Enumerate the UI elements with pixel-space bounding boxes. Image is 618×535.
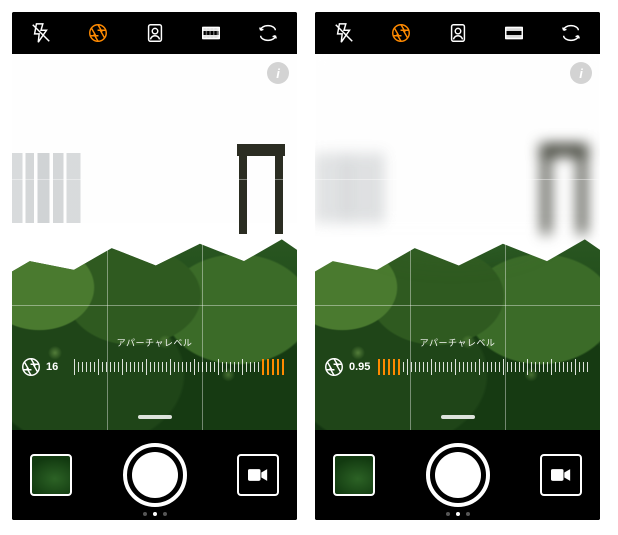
aperture-control[interactable]: アパーチャレベル 0.95 (323, 350, 592, 384)
camera-flip-icon[interactable] (550, 12, 592, 54)
portrait-icon[interactable] (134, 12, 176, 54)
scene-skyline (315, 153, 486, 223)
mode-pager-dots (143, 512, 167, 516)
top-toolbar (12, 12, 297, 54)
aperture-value: 0.95 (349, 361, 370, 373)
camera-screen-left: i アパーチャレベル 16 (12, 12, 297, 520)
aperture-small-icon (323, 356, 345, 378)
aperture-label: アパーチャレベル (323, 336, 592, 349)
filmstrip-icon[interactable] (190, 12, 232, 54)
drawer-handle[interactable] (135, 410, 175, 424)
info-icon[interactable]: i (267, 62, 289, 84)
aperture-control[interactable]: アパーチャレベル 16 (20, 350, 289, 384)
aperture-label: アパーチャレベル (20, 336, 289, 349)
bottom-toolbar (12, 430, 297, 520)
camera-screen-right: i アパーチャレベル 0.95 (315, 12, 600, 520)
gallery-thumbnail[interactable] (333, 454, 375, 496)
video-mode-button[interactable] (237, 454, 279, 496)
bottom-toolbar (315, 430, 600, 520)
aperture-ruler[interactable] (378, 358, 592, 376)
scene-foliage (12, 222, 297, 430)
info-icon[interactable]: i (570, 62, 592, 84)
scene-skyline (12, 153, 183, 223)
camera-flip-icon[interactable] (247, 12, 289, 54)
aperture-small-icon (20, 356, 42, 378)
scene-structure (536, 144, 592, 234)
scene-foliage (315, 222, 600, 430)
scene-structure (233, 144, 289, 234)
viewfinder[interactable]: i アパーチャレベル 16 (12, 54, 297, 430)
top-toolbar (315, 12, 600, 54)
comparison-stage: i アパーチャレベル 16 (0, 0, 618, 532)
flash-off-icon[interactable] (20, 12, 62, 54)
viewfinder[interactable]: i アパーチャレベル 0.95 (315, 54, 600, 430)
aperture-value: 16 (46, 361, 66, 373)
shutter-button[interactable] (426, 443, 490, 507)
gallery-thumbnail[interactable] (30, 454, 72, 496)
portrait-icon[interactable] (437, 12, 479, 54)
filmstrip-icon[interactable] (493, 12, 535, 54)
aperture-icon[interactable] (380, 12, 422, 54)
drawer-handle[interactable] (438, 410, 478, 424)
aperture-ruler[interactable] (74, 358, 289, 376)
shutter-button[interactable] (123, 443, 187, 507)
video-mode-button[interactable] (540, 454, 582, 496)
mode-pager-dots (446, 512, 470, 516)
aperture-icon[interactable] (77, 12, 119, 54)
flash-off-icon[interactable] (323, 12, 365, 54)
